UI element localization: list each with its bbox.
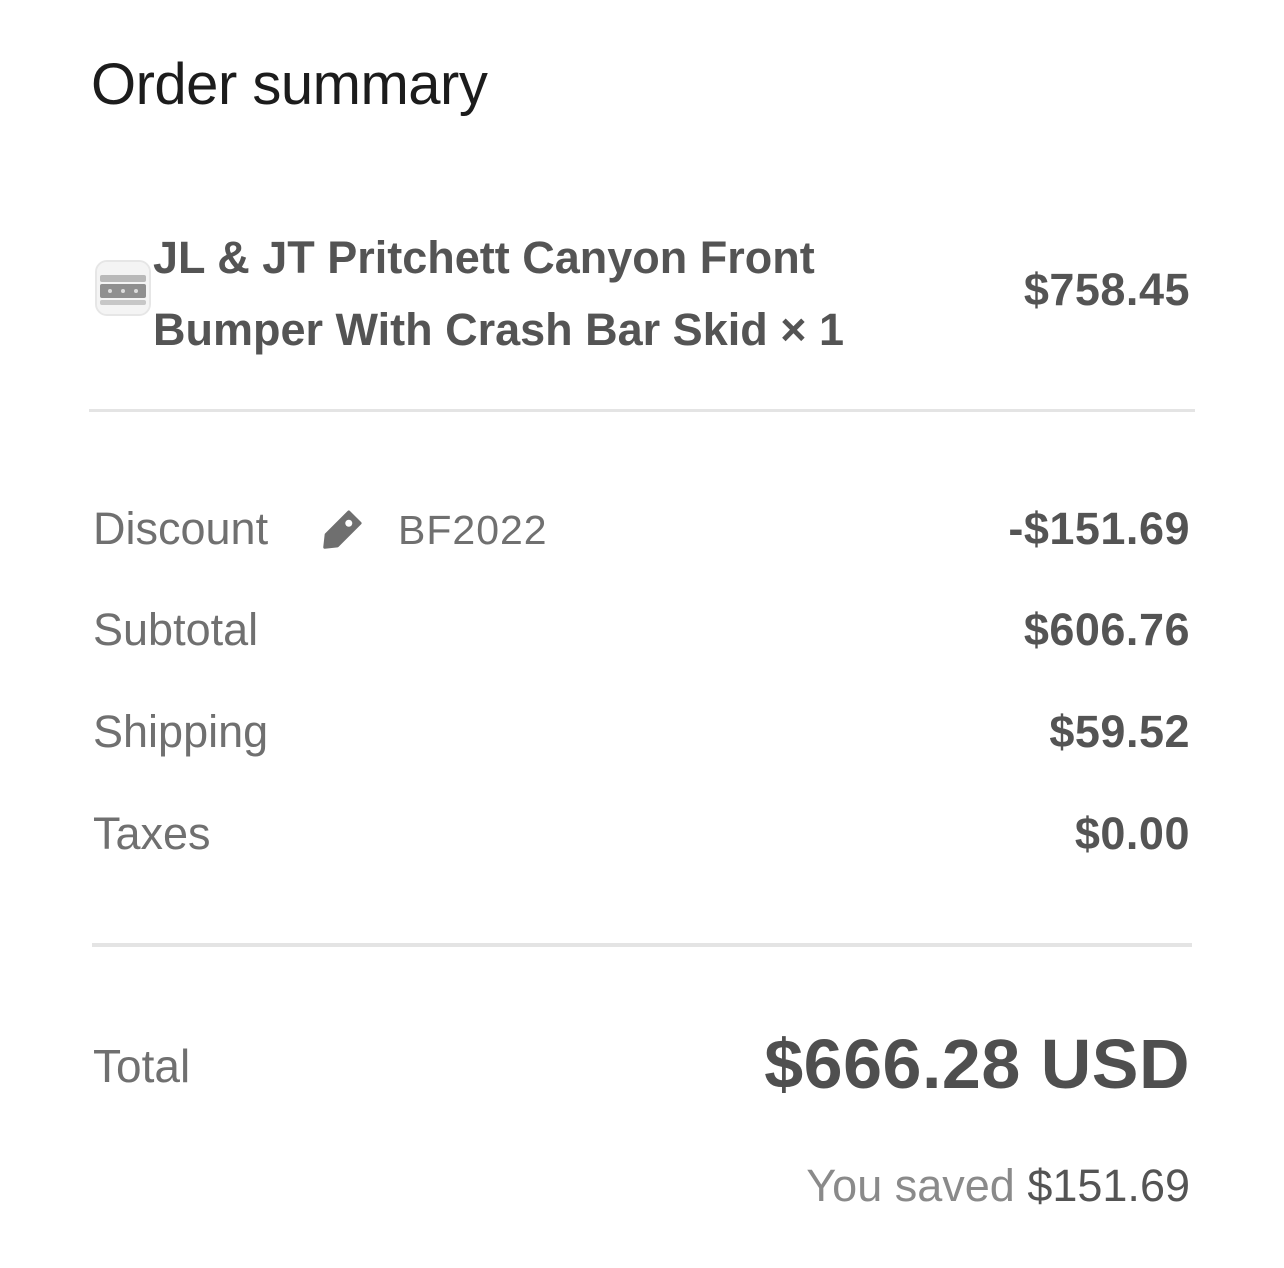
page-title: Order summary xyxy=(91,52,488,117)
total-value: $666.28 USD xyxy=(764,1025,1190,1103)
divider xyxy=(92,943,1192,947)
bumper-icon xyxy=(97,262,149,314)
discount-value: -$151.69 xyxy=(1008,503,1190,554)
bumper-thumbnail xyxy=(95,260,151,316)
taxes-value: $0.00 xyxy=(1074,808,1190,859)
taxes-label: Taxes xyxy=(93,808,211,859)
savings-label: You saved xyxy=(806,1160,1015,1211)
product-price: $758.45 xyxy=(1023,264,1190,315)
subtotal-row: Subtotal $606.76 xyxy=(93,594,1190,666)
subtotal-label: Subtotal xyxy=(93,604,259,655)
shipping-row: Shipping $59.52 xyxy=(93,696,1190,768)
discount-label: Discount xyxy=(93,503,269,554)
total-label: Total xyxy=(93,1040,191,1092)
product-name-line-2: Bumper With Crash Bar Skid × 1 xyxy=(153,304,845,355)
savings-line: You saved $151.69 xyxy=(806,1150,1190,1222)
shipping-value: $59.52 xyxy=(1049,706,1190,757)
tag-icon xyxy=(313,503,369,559)
discount-code: BF2022 xyxy=(398,507,548,553)
taxes-row: Taxes $0.00 xyxy=(93,798,1190,870)
discount-row: Discount BF2022 -$151.69 xyxy=(93,493,1190,565)
subtotal-value: $606.76 xyxy=(1023,604,1190,655)
shipping-label: Shipping xyxy=(93,706,269,757)
divider xyxy=(89,409,1195,412)
total-row: Total $666.28 USD xyxy=(93,1018,1190,1114)
product-name: JL & JT Pritchett Canyon Front Bumper Wi… xyxy=(153,222,933,366)
line-item: JL & JT Pritchett Canyon Front Bumper Wi… xyxy=(93,222,1190,362)
savings-amount: $151.69 xyxy=(1027,1160,1190,1211)
product-name-line-1: JL & JT Pritchett Canyon Front xyxy=(153,232,815,283)
